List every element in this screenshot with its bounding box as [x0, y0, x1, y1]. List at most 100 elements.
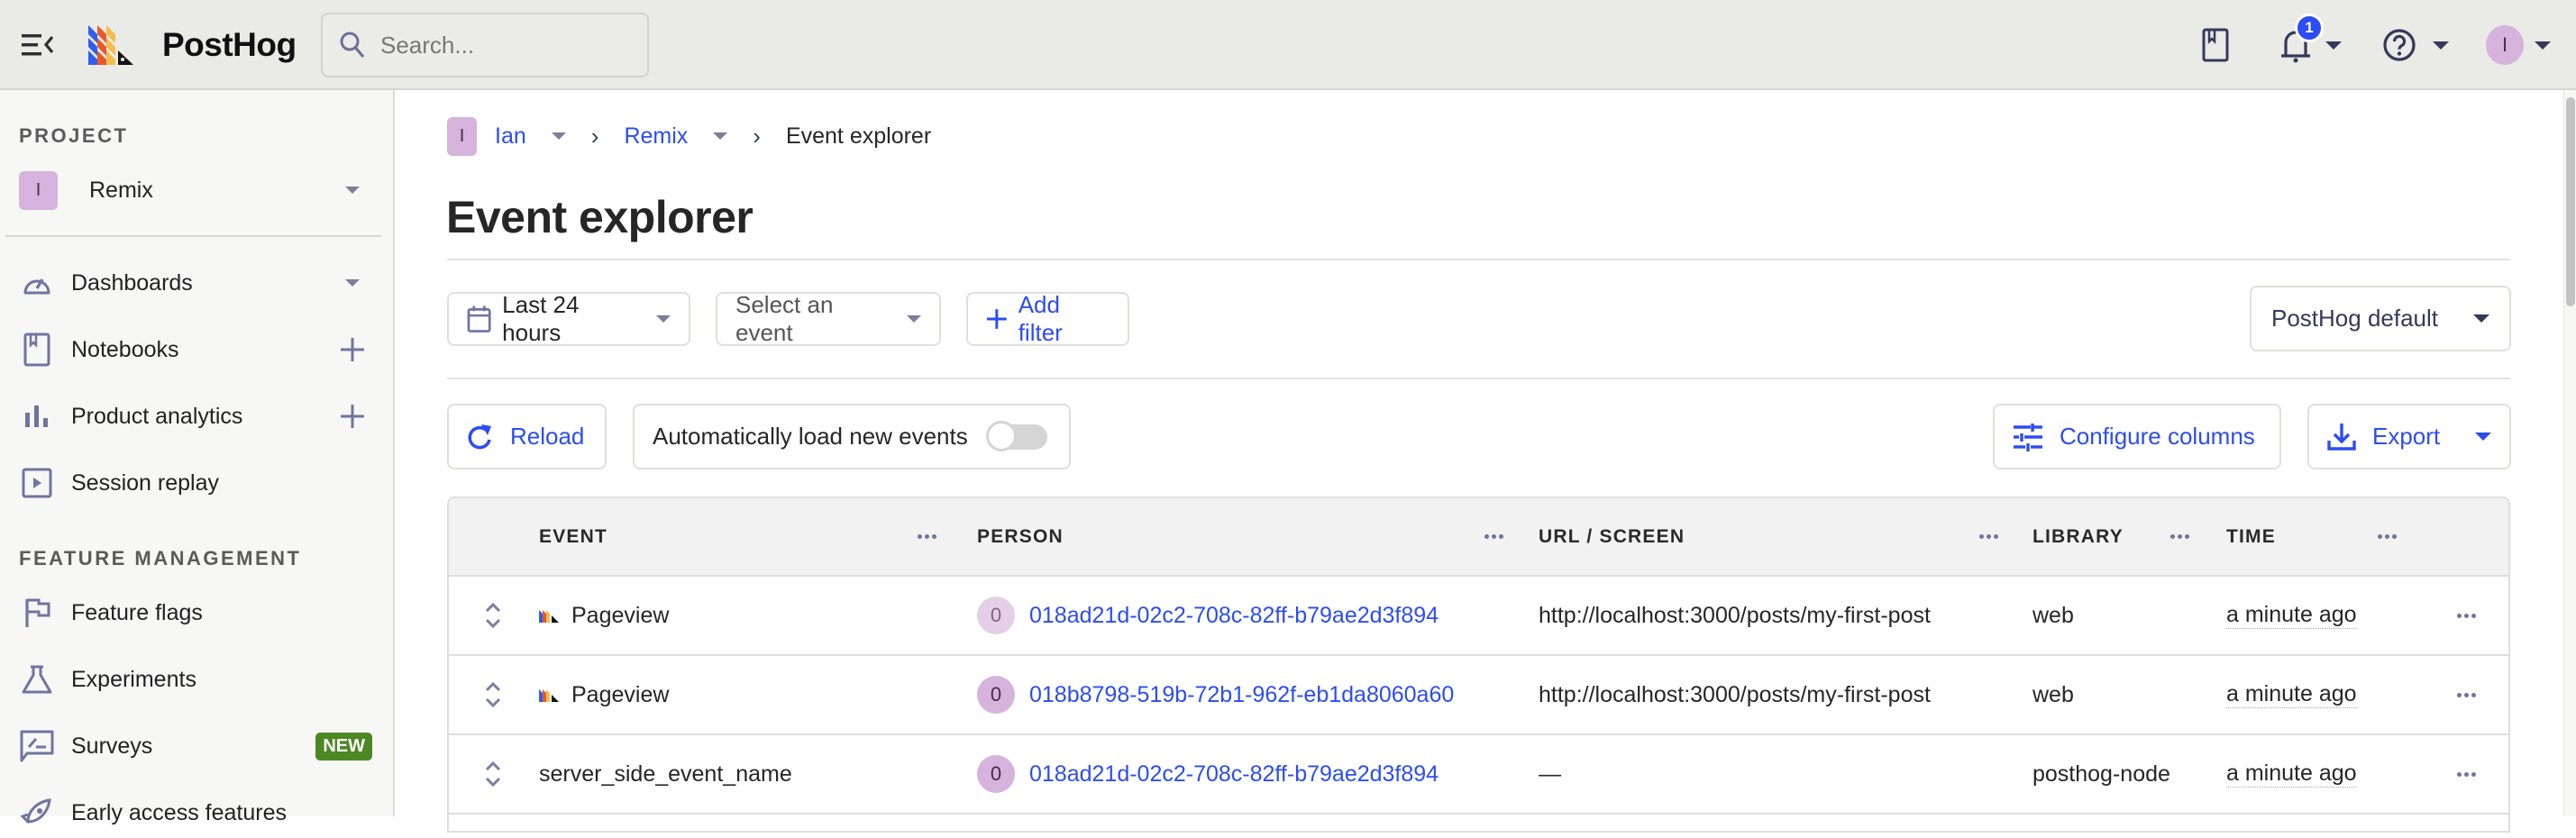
- event-select[interactable]: Select an event: [716, 291, 941, 346]
- column-preset-value: PostHog default: [2271, 305, 2439, 332]
- scrollbar-thumb[interactable]: [2566, 97, 2575, 306]
- chevron-down-icon[interactable]: [551, 132, 566, 140]
- sidebar-item-label: Experiments: [71, 666, 196, 692]
- sidebar-item-notebooks[interactable]: Notebooks: [19, 324, 370, 375]
- sidebar-item-feature-flags[interactable]: Feature flags: [19, 588, 370, 638]
- reload-label: Reload: [510, 423, 585, 450]
- flag-icon: [19, 595, 55, 631]
- chevron-down-icon: [2475, 433, 2491, 441]
- user-avatar[interactable]: I: [2486, 25, 2524, 65]
- sidebar-item-dashboards[interactable]: Dashboards: [19, 258, 370, 308]
- user-menu-toggle[interactable]: [2535, 23, 2551, 67]
- column-options-icon[interactable]: [2170, 534, 2189, 539]
- top-bar: PostHog 1 I: [0, 0, 2576, 90]
- person-link[interactable]: 018b8798-519b-72b1-962f-eb1da8060a60: [1029, 682, 1454, 708]
- person-avatar: 0: [977, 597, 1015, 634]
- download-icon: [2327, 423, 2356, 451]
- menu-collapse-icon: [22, 34, 54, 56]
- search-input[interactable]: [380, 31, 633, 59]
- person-link[interactable]: 018ad21d-02c2-708c-82ff-b79ae2d3f894: [1029, 603, 1439, 629]
- chevron-down-icon[interactable]: [713, 132, 728, 140]
- url-value: http://localhost:3000/posts/my-first-pos…: [1539, 681, 1931, 707]
- new-notebook-button[interactable]: [334, 337, 370, 362]
- survey-icon: [19, 728, 55, 764]
- new-insight-button[interactable]: [334, 404, 370, 429]
- event-select-placeholder: Select an event: [735, 291, 834, 346]
- reload-button[interactable]: Reload: [447, 404, 607, 469]
- expand-row-toggle[interactable]: [485, 603, 501, 628]
- library-value: posthog-node: [2032, 761, 2170, 787]
- page-scrollbar[interactable]: [2563, 90, 2576, 816]
- column-preset-select[interactable]: PostHog default: [2250, 286, 2511, 351]
- help-button[interactable]: [2382, 23, 2449, 67]
- logo-text: PostHog: [162, 26, 297, 63]
- breadcrumb-current: Event explorer: [785, 123, 932, 149]
- column-options-icon[interactable]: [918, 534, 936, 539]
- sidebar: PROJECT I Remix Dashboards Notebooks Pro…: [0, 90, 395, 825]
- breadcrumb-project[interactable]: Remix: [624, 123, 688, 150]
- sidebar-item-early-access-features[interactable]: Early access features: [19, 788, 370, 838]
- table-row[interactable]: [449, 815, 2508, 833]
- url-value: http://localhost:3000/posts/my-first-pos…: [1539, 602, 1931, 628]
- person-link[interactable]: 018ad21d-02c2-708c-82ff-b79ae2d3f894: [1029, 761, 1439, 788]
- row-options-icon[interactable]: [2457, 613, 2476, 618]
- title-divider: [447, 259, 2510, 260]
- expand-row-toggle[interactable]: [485, 682, 501, 707]
- search-box[interactable]: [321, 13, 649, 77]
- sidebar-item-label: Notebooks: [71, 336, 179, 362]
- chevron-down-icon[interactable]: [345, 279, 360, 287]
- page-title: Event explorer: [446, 192, 754, 242]
- sidebar-item-product-analytics[interactable]: Product analytics: [19, 391, 370, 442]
- chevron-up-icon: [485, 761, 501, 770]
- feature-management-section-label: FEATURE MANAGEMENT: [19, 547, 302, 569]
- column-header-time[interactable]: TIME: [2226, 498, 2276, 575]
- person-avatar: 0: [977, 676, 1015, 714]
- chevron-down-icon: [2433, 41, 2449, 50]
- sidebar-item-experiments[interactable]: Experiments: [19, 654, 370, 705]
- new-badge: NEW: [315, 732, 372, 761]
- breadcrumb-organization[interactable]: Ian: [495, 123, 526, 150]
- export-button[interactable]: Export: [2307, 404, 2511, 469]
- project-avatar: I: [19, 170, 58, 210]
- table-row[interactable]: Pageview 0 018ad21d-02c2-708c-82ff-b79ae…: [449, 577, 2508, 656]
- column-header-event[interactable]: EVENT: [539, 498, 607, 575]
- table-row[interactable]: server_side_event_name 0 018ad21d-02c2-7…: [449, 735, 2508, 815]
- column-header-person[interactable]: PERSON: [977, 498, 1064, 575]
- column-options-icon[interactable]: [2378, 534, 2397, 539]
- flask-icon: [19, 661, 55, 697]
- column-header-url[interactable]: URL / SCREEN: [1539, 498, 1685, 575]
- configure-columns-label: Configure columns: [2060, 423, 2255, 450]
- row-options-icon[interactable]: [2457, 692, 2476, 697]
- plus-icon: [986, 309, 1007, 329]
- plus-icon: [341, 338, 364, 361]
- table-row[interactable]: Pageview 0 018b8798-519b-72b1-962f-eb1da…: [449, 656, 2508, 735]
- sidebar-item-session-replay[interactable]: Session replay: [19, 458, 370, 508]
- breadcrumb: I Ian › Remix › Event explorer: [447, 116, 932, 156]
- date-range-select[interactable]: Last 24 hours: [447, 291, 690, 346]
- configure-columns-button[interactable]: Configure columns: [1993, 404, 2281, 469]
- expand-row-toggle[interactable]: [485, 761, 501, 787]
- notification-count-badge: 1: [2295, 14, 2324, 42]
- collapse-sidebar-button[interactable]: [20, 30, 56, 60]
- add-filter-button[interactable]: Add filter: [966, 291, 1129, 346]
- sidebar-item-surveys[interactable]: Surveys NEW: [19, 721, 372, 771]
- auto-load-toggle[interactable]: [985, 420, 1047, 451]
- main-content: I Ian › Remix › Event explorer Event exp…: [395, 90, 2563, 833]
- notebook-icon: [2202, 28, 2229, 62]
- chevron-down-icon: [907, 315, 921, 323]
- sidebar-item-label: Dashboards: [71, 269, 193, 296]
- notebooks-button[interactable]: [2201, 23, 2230, 67]
- row-options-icon[interactable]: [2457, 771, 2476, 777]
- sidebar-item-label: Surveys: [71, 733, 153, 759]
- column-options-icon[interactable]: [1979, 534, 1998, 539]
- filters-divider: [447, 378, 2510, 379]
- gauge-icon: [19, 265, 55, 301]
- column-header-library[interactable]: LIBRARY: [2032, 498, 2124, 575]
- column-options-icon[interactable]: [1484, 534, 1503, 539]
- table-header: EVENT PERSON URL / SCREEN LIBRARY TIME: [449, 498, 2508, 577]
- auto-load-toggle-container[interactable]: Automatically load new events: [633, 404, 1071, 469]
- chevron-down-icon: [345, 187, 360, 194]
- chevron-down-icon: [2535, 41, 2551, 50]
- posthog-logo[interactable]: PostHog: [88, 25, 297, 65]
- project-switcher[interactable]: I Remix: [19, 170, 370, 210]
